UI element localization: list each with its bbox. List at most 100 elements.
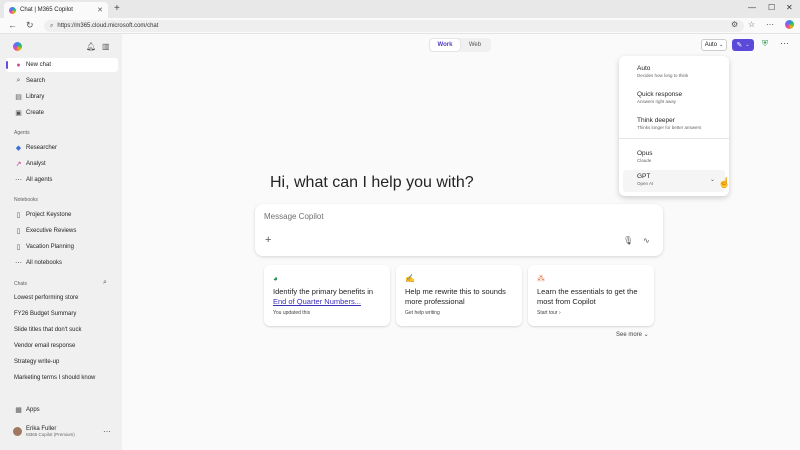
option-name: Auto	[637, 65, 651, 72]
new-chat-button[interactable]: ✎ ⌄	[732, 39, 754, 51]
chat-item[interactable]: FY26 Budget Summary	[14, 311, 76, 317]
sidebar-item-label: Search	[26, 78, 46, 84]
chevron-down-icon[interactable]: ⌄	[710, 176, 715, 183]
user-more-icon[interactable]: ⋯	[103, 427, 111, 436]
minimize-icon[interactable]: —	[748, 3, 756, 12]
url-field[interactable]: ⌕ https://m365.cloud.microsoft.com/chat	[44, 20, 744, 32]
user-plan: M365 Copilot (Premium)	[26, 432, 75, 437]
search-icon: ⌕	[16, 77, 21, 84]
model-selector-label: Auto	[704, 42, 718, 48]
menu-item-auto[interactable]: Auto Decides how long to think	[623, 62, 725, 84]
suggestion-card[interactable]: ◕ Identify the primary benefits in End o…	[264, 265, 390, 326]
menu-item-opus[interactable]: Opus Claude	[623, 147, 725, 169]
sidebar-item-all-agents[interactable]: ⋯ All agents	[6, 173, 118, 187]
sidebar-item-library[interactable]: ▤ Library	[6, 90, 118, 104]
notebook-icon: ▯	[16, 244, 21, 251]
sidebar-item-apps[interactable]: ▦ Apps	[6, 403, 118, 417]
browser-menu-icon[interactable]: ⋯	[766, 20, 774, 29]
sidebar: 🔔︎ ▥ ● New chat ⌕ Search ▤ Library ▣ Cre…	[0, 34, 122, 450]
sidebar-item-analyst[interactable]: ↗ Analyst	[6, 157, 118, 171]
library-icon: ▤	[15, 94, 22, 101]
search-chats-icon[interactable]: ⌕	[103, 279, 107, 287]
microphone-icon[interactable]: 🎙︎	[623, 236, 633, 245]
voice-mode-icon[interactable]: ∿	[643, 236, 650, 245]
add-attachment-icon[interactable]: +	[265, 234, 271, 246]
browser-tab[interactable]: Chat | M365 Copilot ✕	[4, 2, 108, 18]
close-window-icon[interactable]: ✕	[786, 3, 793, 12]
copilot-browser-icon[interactable]	[785, 20, 794, 29]
option-name: Opus	[637, 150, 653, 157]
chat-item[interactable]: Lowest performing store	[14, 295, 78, 301]
option-description: Thinks longer for better answers	[637, 125, 702, 130]
sidebar-item-all-notebooks[interactable]: ⋯ All notebooks	[6, 256, 118, 270]
option-description: Claude	[637, 158, 652, 163]
tab-web[interactable]: Web	[460, 39, 490, 51]
address-bar: ← ↻ ⌕ https://m365.cloud.microsoft.com/c…	[0, 18, 800, 34]
model-dropdown-menu: Auto Decides how long to think Quick res…	[619, 56, 729, 196]
tab-bar: Chat | M365 Copilot ✕ + — ☐ ✕	[0, 0, 800, 18]
new-tab-button[interactable]: +	[114, 3, 120, 14]
suggestion-card[interactable]: ⁂ Learn the essentials to get the most f…	[528, 265, 654, 326]
back-icon[interactable]: ←	[8, 20, 17, 30]
option-name: Quick response	[637, 91, 683, 98]
notifications-icon[interactable]: 🔔︎	[86, 42, 96, 51]
work-web-toggle: Work Web	[429, 38, 491, 52]
menu-divider	[619, 138, 729, 139]
file-link[interactable]: End of Quarter Numbers...	[273, 297, 361, 306]
tab-title: Chat | M365 Copilot	[20, 7, 73, 13]
shield-icon[interactable]: ⛨	[762, 39, 768, 49]
menu-item-quick-response[interactable]: Quick response Answers right away	[623, 88, 725, 110]
mouse-cursor-icon: ☝	[718, 178, 731, 189]
site-settings-icon[interactable]: ⚙	[731, 20, 738, 29]
more-icon: ⋯	[15, 177, 22, 184]
menu-item-think-deeper[interactable]: Think deeper Thinks longer for better an…	[623, 114, 725, 136]
chevron-down-icon: ⌄	[745, 42, 750, 48]
model-selector-button[interactable]: Auto ⌄	[701, 39, 727, 51]
avatar	[13, 427, 22, 436]
user-profile[interactable]: Erika Fuller M365 Copilot (Premium)	[13, 426, 75, 437]
sidebar-item-project-keystone[interactable]: ▯ Project Keystone	[6, 208, 118, 222]
favorites-icon[interactable]: ☆	[748, 20, 755, 29]
sidebar-item-vacation-planning[interactable]: ▯ Vacation Planning	[6, 240, 118, 254]
suggestion-card[interactable]: ✍ Help me rewrite this to sounds more pr…	[396, 265, 522, 326]
close-tab-icon[interactable]: ✕	[97, 6, 103, 14]
option-description: Answers right away	[637, 99, 677, 104]
sidebar-item-executive-reviews[interactable]: ▯ Executive Reviews	[6, 224, 118, 238]
refresh-icon[interactable]: ↻	[26, 20, 34, 31]
see-more-button[interactable]: See more ⌄	[616, 331, 649, 338]
message-composer[interactable]: Message Copilot + 🎙︎ ∿	[255, 204, 663, 256]
chat-item[interactable]: Strategy write-up	[14, 359, 59, 365]
sidebar-item-search[interactable]: ⌕ Search	[6, 74, 118, 88]
sidebar-item-label: All agents	[26, 177, 53, 183]
sidebar-item-new-chat[interactable]: ● New chat	[6, 58, 118, 72]
pencil-icon: ●	[16, 61, 21, 69]
sidebar-item-label: Library	[26, 94, 45, 100]
researcher-icon: ◆	[15, 145, 22, 152]
option-description: Decides how long to think	[637, 73, 689, 78]
tab-work[interactable]: Work	[430, 39, 460, 51]
more-icon: ⋯	[15, 260, 22, 267]
collapse-sidebar-icon[interactable]: ▥	[102, 42, 110, 51]
page-title: Hi, what can I help you with?	[270, 174, 474, 191]
sidebar-item-label: Create	[26, 110, 45, 116]
suggestion-subtext: Start tour ›	[537, 310, 561, 316]
maximize-icon[interactable]: ☐	[768, 3, 775, 12]
analyst-icon: ↗	[15, 161, 22, 168]
sidebar-item-label: New chat	[26, 62, 52, 68]
sidebar-item-label: Vacation Planning	[26, 244, 74, 250]
sidebar-item-researcher[interactable]: ◆ Researcher	[6, 141, 118, 155]
menu-item-gpt[interactable]: GPT Open AI ⌄	[623, 170, 725, 192]
sidebar-item-create[interactable]: ▣ Create	[6, 106, 118, 120]
sidebar-item-label: Apps	[26, 407, 40, 413]
suggestion-prompt: Identify the primary benefits in	[273, 287, 374, 296]
sidebar-item-label: Executive Reviews	[26, 228, 77, 234]
more-options-icon[interactable]: ⋯	[780, 38, 789, 49]
sidebar-item-label: Analyst	[26, 161, 46, 167]
chat-item[interactable]: Vendor email response	[14, 343, 75, 349]
chevron-down-icon: ⌄	[719, 42, 724, 48]
chat-item[interactable]: Slide titles that don't suck	[14, 327, 82, 333]
lock-icon: ⌕	[50, 22, 54, 29]
notebook-icon: ▯	[16, 212, 21, 219]
chat-item[interactable]: Marketing terms I should know	[14, 375, 95, 381]
apps-grid-icon: ⁂	[537, 274, 545, 283]
